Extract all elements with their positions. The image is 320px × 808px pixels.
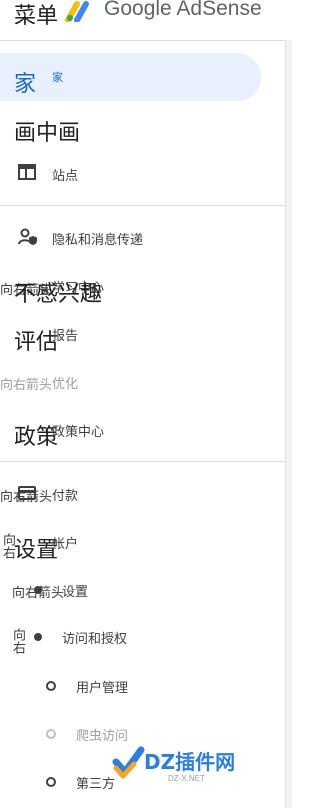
optimize-arrow-alt: 向右箭头 bbox=[0, 378, 53, 393]
header-divider bbox=[0, 40, 285, 41]
nav-item-sites[interactable]: 站点 bbox=[52, 165, 78, 184]
payments-card-icon bbox=[18, 486, 36, 500]
crawler-bullet-icon bbox=[46, 729, 56, 739]
access-bullet-icon bbox=[34, 633, 42, 641]
nav-item-user-management[interactable]: 用户管理 bbox=[76, 677, 128, 696]
sites-icon bbox=[18, 164, 36, 180]
nav-item-optimize[interactable]: 优化 bbox=[52, 373, 78, 392]
nav-item-access[interactable]: 访问和授权 bbox=[62, 628, 127, 647]
nav-item-home[interactable] bbox=[0, 53, 261, 101]
watermark: DZ插件网 DZ-X.NET bbox=[110, 738, 291, 800]
scrollbar[interactable] bbox=[285, 40, 292, 808]
privacy-user-icon bbox=[18, 228, 37, 245]
brand-title: Google AdSense bbox=[104, 0, 262, 20]
home-icon-alt: 家 bbox=[14, 72, 37, 97]
policy-divider bbox=[0, 461, 285, 462]
nav-item-account-settings[interactable]: 设置 bbox=[62, 581, 88, 600]
canvas-heading: 画中画 bbox=[14, 121, 81, 146]
watermark-check-icon bbox=[112, 746, 145, 779]
menu-label[interactable]: 菜单 bbox=[14, 0, 58, 30]
nav-item-interests[interactable]: 不感兴趣 bbox=[14, 276, 102, 308]
nav-item-privacy[interactable]: 隐私和消息传递 bbox=[52, 229, 143, 248]
sites-divider bbox=[0, 205, 285, 206]
home-label[interactable]: 家 bbox=[52, 69, 63, 85]
access-left-alt: 向右 bbox=[10, 628, 25, 654]
account-settings-bullet-icon bbox=[34, 586, 42, 594]
watermark-sub: DZ-X.NET bbox=[168, 774, 205, 783]
watermark-text: DZ插件网 bbox=[144, 750, 236, 774]
nav-item-account[interactable]: 帐户 bbox=[52, 533, 78, 552]
third-party-bullet-icon bbox=[46, 777, 56, 787]
adsense-logo-icon[interactable] bbox=[64, 0, 94, 22]
user-mgmt-bullet-icon bbox=[46, 681, 56, 691]
nav-item-payments[interactable]: 付款 bbox=[52, 485, 78, 504]
nav-item-reports[interactable]: 报告 bbox=[52, 325, 78, 344]
nav-item-policy-center[interactable]: 政策中心 bbox=[52, 421, 104, 440]
